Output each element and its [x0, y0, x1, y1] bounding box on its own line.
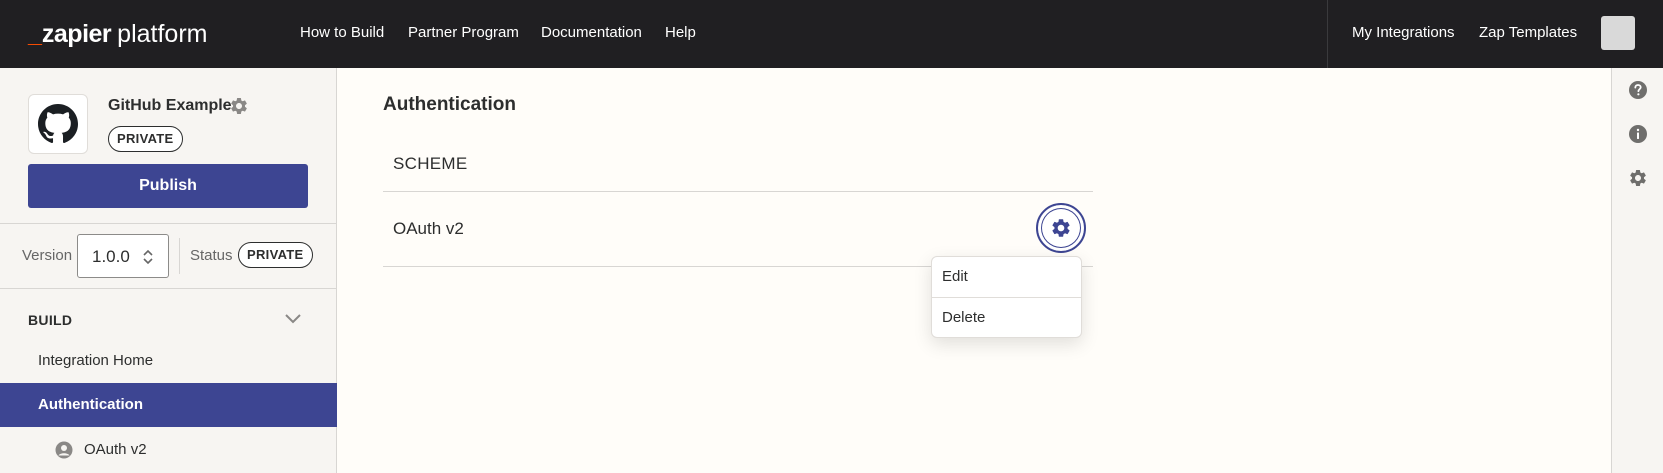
- publish-button[interactable]: Publish: [28, 164, 308, 208]
- sidebar-divider: [0, 288, 337, 289]
- version-select[interactable]: 1.0.0: [77, 234, 169, 278]
- user-circle-icon: [55, 441, 73, 459]
- top-nav-bar: _ zapier platform How to Build Partner P…: [0, 0, 1663, 68]
- sidebar-subitem-oauth-v2[interactable]: OAuth v2: [84, 438, 147, 462]
- logo-product: platform: [117, 20, 208, 48]
- row-actions-menu: Edit Delete: [931, 256, 1082, 338]
- version-value: 1.0.0: [92, 247, 130, 266]
- nav-how-to-build[interactable]: How to Build: [300, 22, 384, 44]
- nav-zap-templates[interactable]: Zap Templates: [1479, 22, 1577, 44]
- zapier-platform-logo[interactable]: _ zapier platform: [28, 17, 207, 51]
- up-down-chevron-icon: [143, 249, 153, 265]
- github-logo-icon: [28, 94, 88, 154]
- status-divider: [179, 238, 180, 274]
- scheme-column-header: SCHEME: [393, 154, 468, 173]
- logo-underscore: _: [28, 20, 42, 48]
- page-title: Authentication: [383, 94, 516, 115]
- scheme-name: OAuth v2: [393, 219, 464, 238]
- status-label: Status: [190, 247, 233, 264]
- info-icon[interactable]: [1628, 124, 1648, 144]
- status-badge: PRIVATE: [238, 242, 313, 268]
- sidebar-divider: [0, 223, 337, 224]
- app-settings-gear-icon[interactable]: [229, 96, 249, 116]
- version-label: Version: [22, 247, 73, 264]
- app-visibility-badge: PRIVATE: [108, 126, 183, 152]
- user-avatar[interactable]: [1601, 16, 1635, 50]
- app-name: GitHub Example: [108, 97, 232, 114]
- help-icon[interactable]: [1628, 80, 1648, 100]
- logo-brand: zapier: [41, 20, 112, 48]
- menu-item-delete[interactable]: Delete: [932, 298, 1081, 338]
- sidebar-item-integration-home[interactable]: Integration Home: [0, 339, 337, 383]
- nav-divider: [1327, 0, 1328, 68]
- sidebar: GitHub Example PRIVATE Publish Version 1…: [0, 68, 337, 473]
- right-rail: [1611, 68, 1663, 473]
- settings-gear-icon[interactable]: [1628, 168, 1648, 188]
- menu-item-edit[interactable]: Edit: [932, 257, 1081, 297]
- settings-gear-icon: [1052, 219, 1070, 237]
- build-section-label: BUILD: [28, 312, 73, 328]
- table-divider: [383, 191, 1093, 192]
- nav-partner-program[interactable]: Partner Program: [408, 22, 519, 44]
- sidebar-item-authentication[interactable]: Authentication: [0, 383, 337, 427]
- nav-my-integrations[interactable]: My Integrations: [1352, 22, 1455, 44]
- nav-help[interactable]: Help: [665, 22, 696, 44]
- row-settings-button[interactable]: [1036, 203, 1086, 253]
- nav-documentation[interactable]: Documentation: [541, 22, 642, 44]
- chevron-down-icon[interactable]: [284, 312, 302, 326]
